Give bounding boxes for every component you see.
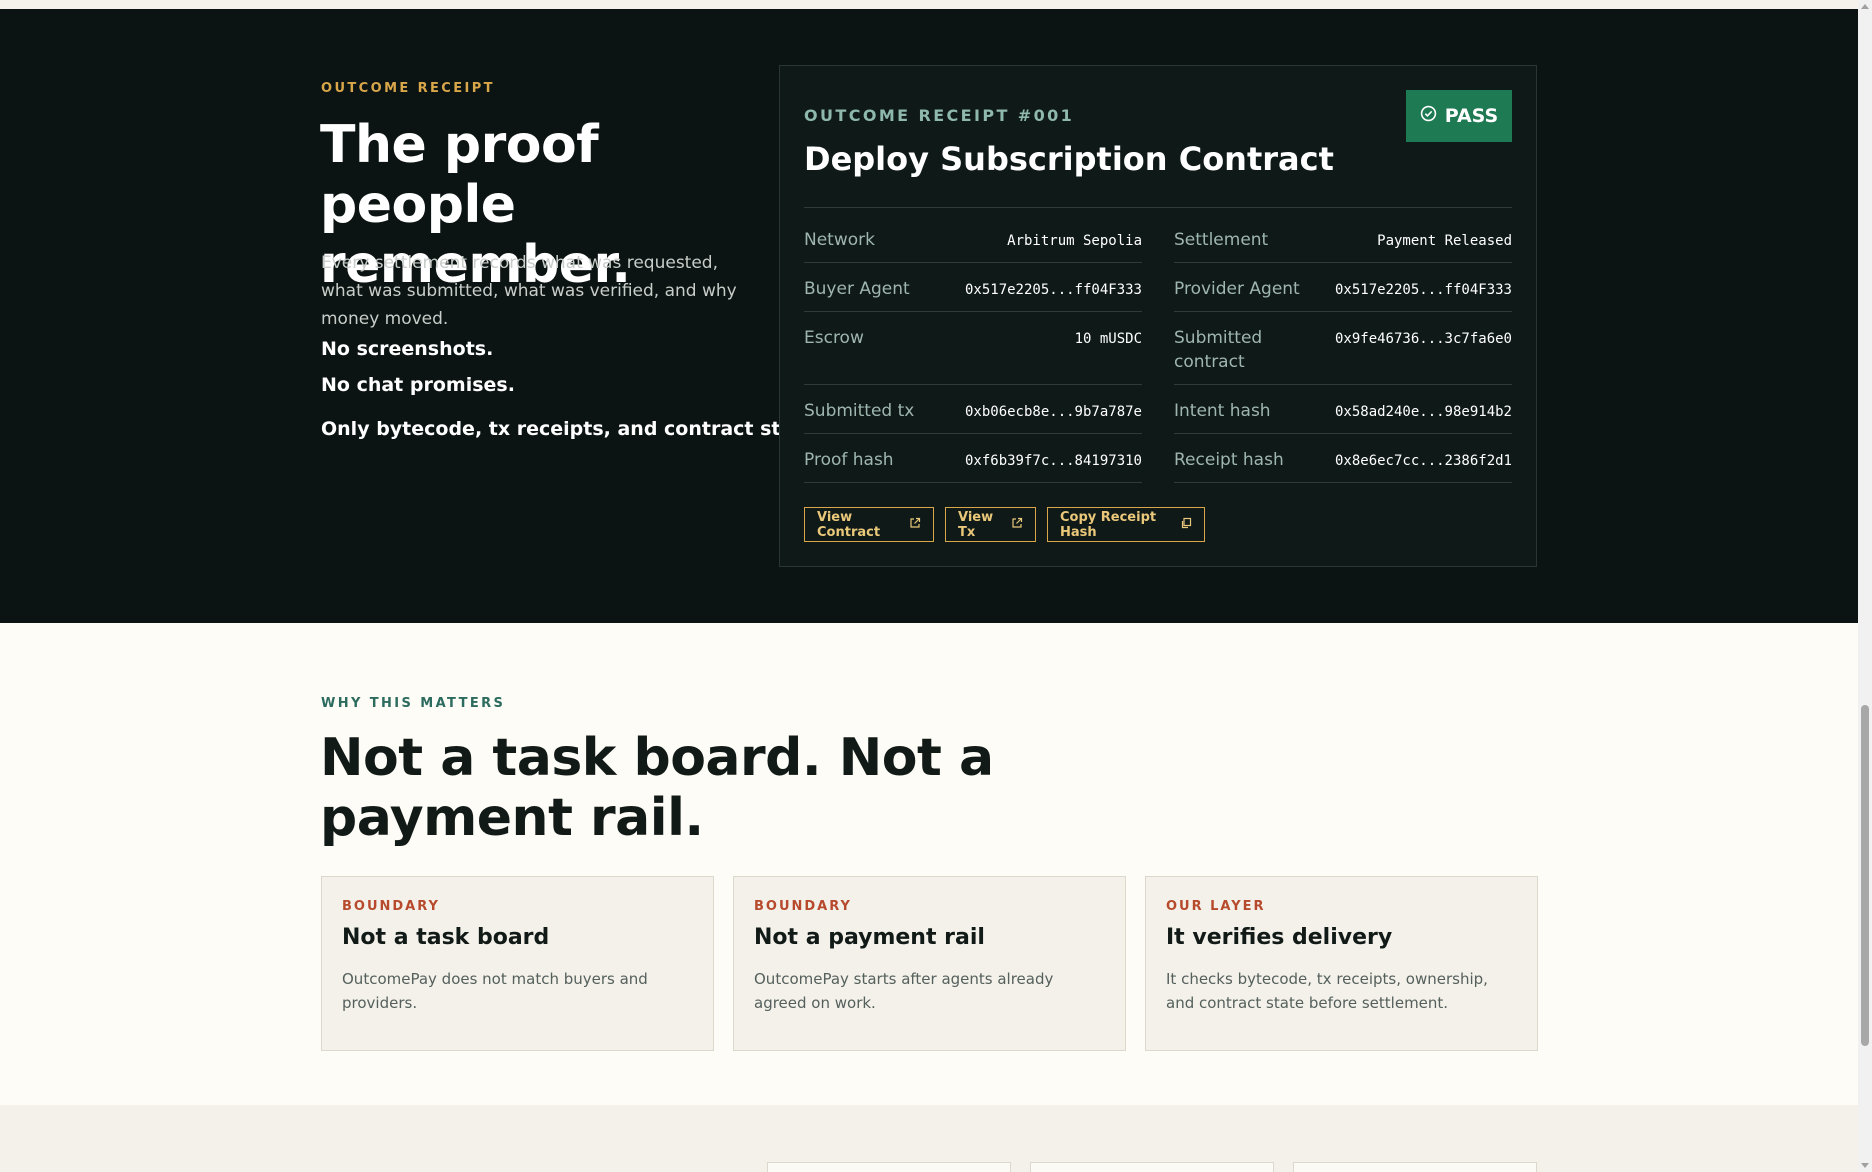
scroll-down-arrow-icon[interactable] bbox=[1861, 1163, 1869, 1168]
copy-icon bbox=[1180, 517, 1192, 533]
card-kicker: BOUNDARY bbox=[754, 899, 852, 914]
copy-receipt-hash-label: Copy Receipt Hash bbox=[1060, 509, 1157, 540]
row-value: Arbitrum Sepolia bbox=[1007, 233, 1142, 249]
boundary-card-payment-rail: BOUNDARY Not a payment rail OutcomePay s… bbox=[733, 876, 1126, 1051]
divider bbox=[804, 207, 1512, 208]
row-buyer-agent: Buyer Agent 0x517e2205...ff04F333 bbox=[804, 263, 1142, 312]
section-eyebrow: OUTCOME RECEIPT bbox=[321, 81, 495, 96]
next-section-card bbox=[1293, 1162, 1537, 1172]
check-circle-icon bbox=[1420, 105, 1437, 127]
row-escrow: Escrow 10 mUSDC bbox=[804, 312, 1142, 385]
row-value: 0x9fe46736...3c7fa6e0 bbox=[1334, 331, 1512, 347]
receipt-number: OUTCOME RECEIPT #001 bbox=[804, 106, 1075, 125]
row-value: 0x58ad240e...98e914b2 bbox=[1334, 404, 1512, 420]
row-intent-hash: Intent hash 0x58ad240e...98e914b2 bbox=[1174, 385, 1512, 434]
no-chat-promises-line: No chat promises. bbox=[321, 374, 515, 396]
card-description: OutcomePay does not match buyers and pro… bbox=[342, 970, 648, 1012]
row-value: 0xf6b39f7c...84197310 bbox=[964, 453, 1142, 469]
row-label: Submitted tx bbox=[804, 401, 915, 421]
card-title: Not a payment rail bbox=[754, 925, 985, 950]
scrollbar-thumb[interactable] bbox=[1861, 705, 1869, 1046]
row-value: 0xb06ecb8e...9b7a787e bbox=[964, 404, 1142, 420]
card-description: It checks bytecode, tx receipts, ownersh… bbox=[1166, 970, 1488, 1012]
row-receipt-hash: Receipt hash 0x8e6ec7cc...2386f2d1 bbox=[1174, 434, 1512, 483]
row-label: Settlement bbox=[1174, 230, 1269, 250]
card-title: It verifies delivery bbox=[1166, 925, 1393, 950]
scrollbar-track[interactable] bbox=[1858, 0, 1872, 1172]
row-label: Intent hash bbox=[1174, 401, 1271, 421]
external-link-icon bbox=[1011, 517, 1023, 533]
row-proof-hash: Proof hash 0xf6b39f7c...84197310 bbox=[804, 434, 1142, 483]
card-kicker: OUR LAYER bbox=[1166, 899, 1266, 914]
row-value: 0x8e6ec7cc...2386f2d1 bbox=[1334, 453, 1512, 469]
boundary-card-task-board: BOUNDARY Not a task board OutcomePay doe… bbox=[321, 876, 714, 1051]
row-submitted-tx: Submitted tx 0xb06ecb8e...9b7a787e bbox=[804, 385, 1142, 434]
card-description: OutcomePay starts after agents already a… bbox=[754, 970, 1054, 1012]
row-label: Buyer Agent bbox=[804, 279, 910, 299]
view-tx-button[interactable]: View Tx bbox=[945, 507, 1036, 542]
row-label: Escrow bbox=[804, 328, 864, 348]
scroll-up-arrow-icon[interactable] bbox=[1861, 4, 1869, 9]
row-label: Proof hash bbox=[804, 450, 894, 470]
row-value: Payment Released bbox=[1377, 233, 1512, 249]
row-value: 10 mUSDC bbox=[1074, 331, 1142, 347]
row-network: Network Arbitrum Sepolia bbox=[804, 214, 1142, 263]
view-contract-button[interactable]: View Contract bbox=[804, 507, 934, 542]
row-value: 0x517e2205...ff04F333 bbox=[964, 282, 1142, 298]
card-kicker: BOUNDARY bbox=[342, 899, 440, 914]
row-value: 0x517e2205...ff04F333 bbox=[1334, 282, 1512, 298]
view-tx-label: View Tx bbox=[958, 509, 994, 540]
section-title: Not a task board. Not a payment rail. bbox=[320, 728, 994, 848]
external-link-icon bbox=[909, 517, 921, 533]
our-layer-card: OUR LAYER It verifies delivery It checks… bbox=[1145, 876, 1538, 1051]
receipt-title: Deploy Subscription Contract bbox=[804, 140, 1334, 178]
status-text: PASS bbox=[1444, 105, 1499, 127]
next-section-card bbox=[767, 1162, 1011, 1172]
row-settlement: Settlement Payment Released bbox=[1174, 214, 1512, 263]
row-label: Receipt hash bbox=[1174, 450, 1284, 470]
section-eyebrow: WHY THIS MATTERS bbox=[321, 696, 506, 711]
row-label: Submitted contract bbox=[1174, 328, 1263, 372]
hero-description: Every settlement records what was reques… bbox=[321, 253, 737, 329]
row-provider-agent: Provider Agent 0x517e2205...ff04F333 bbox=[1174, 263, 1512, 312]
row-submitted-contract: Submitted contract 0x9fe46736...3c7fa6e0 bbox=[1174, 312, 1512, 385]
receipt-card: OUTCOME RECEIPT #001 Deploy Subscription… bbox=[779, 65, 1537, 567]
copy-receipt-hash-button[interactable]: Copy Receipt Hash bbox=[1047, 507, 1205, 542]
row-label: Network bbox=[804, 230, 875, 250]
row-label: Provider Agent bbox=[1174, 279, 1300, 299]
status-badge: PASS bbox=[1406, 90, 1512, 142]
view-contract-label: View Contract bbox=[817, 509, 881, 540]
only-bytecode-line: Only bytecode, tx receipts, and contract… bbox=[321, 418, 823, 440]
card-title: Not a task board bbox=[342, 925, 550, 950]
top-strip bbox=[0, 0, 1858, 9]
next-section-card bbox=[1030, 1162, 1274, 1172]
no-screenshots-line: No screenshots. bbox=[321, 338, 494, 360]
